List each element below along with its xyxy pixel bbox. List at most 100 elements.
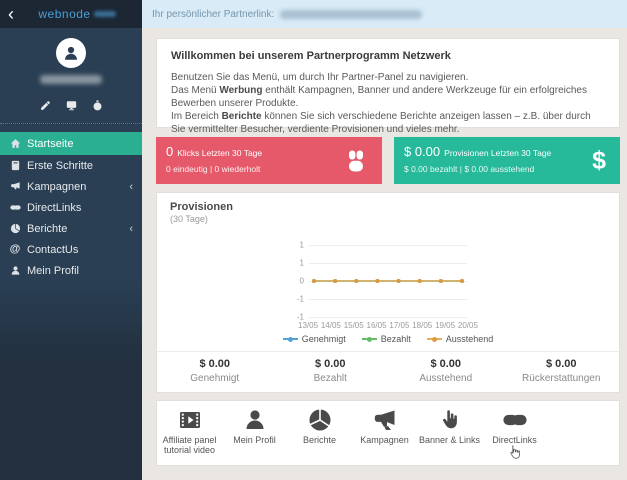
legend-label: Bezahlt — [380, 334, 411, 344]
clicks-card: 0 Klicks Letzten 30 Tage 0 eindeutig | 0… — [156, 137, 382, 184]
partner-link-blurred[interactable] — [280, 9, 423, 19]
sidebar-menu: Startseite Erste Schritte Kampagnen ‹ Di… — [0, 132, 142, 281]
stopwatch-icon[interactable] — [92, 100, 103, 111]
shortcut-tutorial-video[interactable]: Affiliate panel tutorial video — [157, 407, 222, 465]
legend-marker — [361, 336, 377, 342]
logo-suffix-blurred — [93, 11, 116, 17]
cursor-icon — [506, 443, 523, 462]
welcome-title: Willkommen bei unserem Partnerprogramm N… — [171, 50, 451, 62]
chart-y-tick: 1 — [299, 258, 304, 268]
hand-click-icon — [438, 407, 462, 433]
summary-bezahlt: $ 0.00 Bezahlt — [313, 358, 347, 384]
sidebar-item-startseite[interactable]: Startseite — [0, 132, 142, 155]
megaphone-icon — [373, 407, 397, 433]
sidebar-logo-bar: ‹ webnode — [0, 0, 142, 28]
pie-chart-icon — [8, 223, 22, 234]
welcome-body: Benutzen Sie das Menü, um durch Ihr Part… — [171, 72, 591, 135]
chart-x-axis: 13/05 14/05 15/05 16/05 17/05 18/05 19/05 20/05 — [298, 321, 478, 330]
chain-icon — [502, 407, 527, 433]
clicks-sub: 0 eindeutig | 0 wiederholt — [166, 164, 261, 174]
summary-rueckerstattungen: $ 0.00 Rückerstattungen — [522, 358, 601, 384]
main-content: Willkommen bei unserem Partnerprogramm N… — [142, 28, 627, 480]
legend-item[interactable]: Ausstehend — [426, 334, 494, 344]
chart-x-label: 14/05 — [320, 321, 341, 330]
sidebar-item-kampagnen[interactable]: Kampagnen ‹ — [0, 176, 142, 197]
chart-subtitle: (30 Tage) — [170, 214, 208, 224]
mouse-icon — [344, 149, 368, 173]
sidebar-item-label: Berichte — [27, 222, 68, 235]
chart-plot: 1 1 0 -1 -1 — [297, 241, 467, 322]
legend-marker-dot — [288, 336, 294, 342]
collapse-sidebar-button[interactable]: ‹ — [8, 5, 14, 23]
shortcut-banner-links[interactable]: Banner & Links — [417, 407, 482, 465]
commissions-sub: $ 0.00 bezahlt | $ 0.00 ausstehend — [404, 164, 535, 174]
commissions-card: $ 0.00 Provisionen Letzten 30 Tage $ 0.0… — [394, 137, 620, 184]
summary-genehmigt: $ 0.00 Genehmigt — [190, 358, 240, 384]
chart-legend: Genehmigt Bezahlt Ausstehend — [157, 334, 619, 344]
chart-x-label: 15/05 — [343, 321, 364, 330]
legend-label: Ausstehend — [445, 334, 494, 344]
user-icon — [65, 46, 77, 60]
legend-label: Genehmigt — [301, 334, 346, 344]
legend-marker-dot — [367, 336, 373, 342]
topbar: Ihr persönlicher Partnerlink: — [142, 0, 627, 28]
pencil-icon[interactable] — [40, 100, 51, 111]
chart-y-tick: 0 — [299, 276, 304, 286]
commissions-chart-panel: Provisionen (30 Tage) 1 1 0 -1 -1 13/05 14/05… — [156, 192, 620, 393]
summary-ausstehend: $ 0.00 Ausstehend — [419, 358, 473, 384]
sidebar-item-contactus[interactable]: @ ContactUs — [0, 239, 142, 260]
shortcut-berichte[interactable]: Berichte — [287, 407, 352, 465]
sidebar-item-label: Startseite — [27, 137, 74, 150]
chart-gridline — [309, 317, 467, 318]
legend-marker — [282, 336, 298, 342]
sidebar-item-mein-profil[interactable]: Mein Profil — [0, 260, 142, 281]
welcome-panel: Willkommen bei unserem Partnerprogramm N… — [156, 38, 620, 135]
chart-title: Provisionen — [170, 201, 233, 213]
user-icon — [8, 265, 22, 276]
clicks-label: Klicks Letzten 30 Tage — [177, 148, 263, 158]
sidebar-item-label: Kampagnen — [27, 180, 87, 193]
affiliate-dashboard: ‹ webnode Startseite Erste Schritte Kamp… — [0, 0, 627, 480]
avatar — [56, 38, 86, 68]
dollar-icon: $ — [592, 146, 606, 174]
legend-item[interactable]: Genehmigt — [282, 334, 346, 344]
sidebar-profile — [0, 28, 142, 124]
sidebar-item-label: ContactUs — [27, 243, 79, 256]
legend-item[interactable]: Bezahlt — [361, 334, 411, 344]
monitor-icon[interactable] — [66, 100, 77, 111]
chain-icon — [8, 202, 22, 213]
megaphone-icon — [8, 181, 22, 192]
chart-x-label: 19/05 — [435, 321, 456, 330]
legend-marker — [426, 336, 442, 342]
commissions-label: Provisionen Letzten 30 Tage — [444, 148, 552, 158]
film-icon — [178, 407, 202, 433]
username-blurred — [40, 75, 102, 84]
sidebar-item-directlinks[interactable]: DirectLinks — [0, 197, 142, 218]
shortcut-mein-profil[interactable]: Mein Profil — [222, 407, 287, 465]
shortcut-kampagnen[interactable]: Kampagnen — [352, 407, 417, 465]
chart-x-label: 13/05 — [298, 321, 319, 330]
chart-x-label: 20/05 — [457, 321, 478, 330]
clicks-value: 0 — [166, 144, 174, 159]
sidebar-footer — [0, 281, 142, 480]
sidebar-item-erste-schritte[interactable]: Erste Schritte — [0, 155, 142, 176]
brand-logo: webnode — [20, 7, 134, 21]
sidebar: ‹ webnode Startseite Erste Schritte Kamp… — [0, 0, 142, 480]
commissions-value: $ 0.00 — [404, 144, 441, 159]
profile-actions — [40, 100, 103, 111]
partner-link-label: Ihr persönlicher Partnerlink: — [152, 8, 275, 20]
pie-chart-icon — [308, 407, 332, 433]
sidebar-item-label: Erste Schritte — [27, 159, 94, 172]
chart-series — [312, 279, 464, 283]
user-icon — [243, 407, 267, 433]
sidebar-item-label: DirectLinks — [27, 201, 82, 214]
chart-x-label: 18/05 — [412, 321, 433, 330]
chart-x-label: 17/05 — [389, 321, 410, 330]
sidebar-item-berichte[interactable]: Berichte ‹ — [0, 218, 142, 239]
brand-logo-text: webnode — [38, 7, 91, 21]
at-icon: @ — [9, 243, 21, 255]
chevron-left-icon: ‹ — [129, 222, 133, 235]
sidebar-item-label: Mein Profil — [27, 264, 79, 277]
chart-y-tick: -1 — [296, 294, 304, 304]
chevron-left-icon: ‹ — [129, 180, 133, 193]
